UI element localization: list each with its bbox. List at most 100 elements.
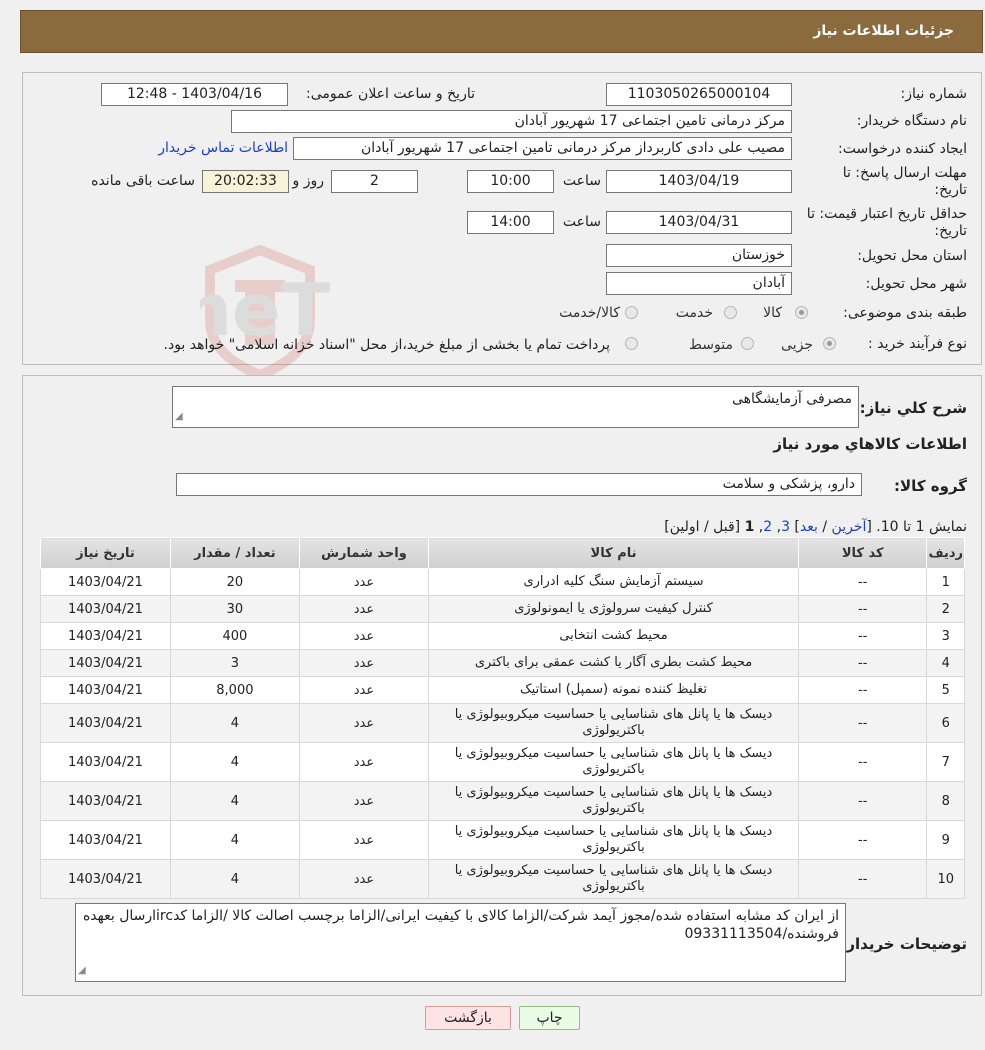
requester-field: مصیب علی دادی کاربرداز مرکز درمانی تامین… — [293, 137, 792, 160]
cell-name: سیستم آزمایش سنگ کلیه ادراری — [428, 568, 799, 596]
process-medium-radio[interactable] — [741, 337, 754, 350]
cell-qty: 30 — [169, 595, 300, 623]
table-header-row: ردیف کد کالا نام کالا واحد شمارش تعداد /… — [40, 537, 965, 569]
resize-grip-icon: ◢ — [175, 411, 183, 422]
remaining-time-field: 20:02:33 — [202, 170, 289, 193]
cell-name: محیط کشت انتخابی — [428, 622, 799, 650]
page-header: جزئیات اطلاعات نیاز — [20, 10, 983, 53]
cell-qty: 4 — [169, 781, 300, 821]
cell-name: محیط کشت بطری آگار یا کشت عمقی برای باکت… — [428, 649, 799, 677]
pagination-next-link[interactable]: بعد — [800, 519, 818, 535]
pagination-summary: نمایش 1 تا 10. — [876, 519, 967, 535]
cell-row: 1 — [926, 568, 965, 596]
pagination-last-link[interactable]: آخرین — [832, 519, 867, 535]
pagination-page-2[interactable]: 2 — [763, 519, 772, 535]
city-field: آبادان — [606, 272, 792, 295]
cell-code: -- — [797, 820, 928, 860]
cell-name: دیسک ها یا پانل های شناسایی یا حساسیت می… — [428, 703, 799, 743]
table-row: 10 -- دیسک ها یا پانل های شناسایی یا حساسی… — [40, 859, 965, 899]
remaining-label: ساعت باقی مانده — [91, 173, 195, 189]
contact-info-link[interactable]: اطلاعات تماس خریدار — [158, 140, 288, 156]
category-goods-label: کالا — [763, 305, 782, 321]
cell-qty: 20 — [169, 568, 300, 596]
cell-name: دیسک ها یا پانل های شناسایی یا حساسیت می… — [428, 781, 799, 821]
need-number-field: 1103050265000104 — [606, 83, 792, 106]
col-name-header: نام کالا — [428, 537, 799, 569]
process-partial-label: جزیی — [781, 337, 813, 353]
cell-date: 1403/04/21 — [40, 742, 171, 782]
cell-unit: عدد — [298, 568, 430, 596]
pagination-page-3[interactable]: 3 — [781, 519, 790, 535]
treasury-checkbox[interactable] — [625, 337, 638, 350]
summary-label: شرح کلي نياز: — [859, 399, 967, 417]
print-button[interactable]: چاپ — [519, 1006, 580, 1030]
cell-qty: 4 — [169, 820, 300, 860]
cell-code: -- — [797, 859, 928, 899]
city-label: شهر محل تحویل: — [865, 276, 967, 292]
cell-unit: عدد — [298, 595, 430, 623]
cell-date: 1403/04/21 — [40, 703, 171, 743]
cell-row: 10 — [926, 859, 965, 899]
category-service-radio[interactable] — [724, 306, 737, 319]
col-code-header: کد کالا — [797, 537, 928, 569]
cell-row: 8 — [926, 781, 965, 821]
validity-time-label: ساعت — [562, 214, 601, 230]
category-both-radio[interactable] — [625, 306, 638, 319]
cell-date: 1403/04/21 — [40, 622, 171, 650]
group-label: گروه کالا: — [894, 477, 967, 495]
pagination-current-page: 1 — [744, 519, 755, 535]
summary-field: مصرفی آزمایشگاهی ◢ — [172, 386, 859, 428]
process-medium-label: متوسط — [689, 337, 733, 353]
table-row: 1 -- سیستم آزمایش سنگ کلیه ادراری عدد 20 1403… — [40, 568, 965, 596]
table-row: 8 -- دیسک ها یا پانل های شناسایی یا حساسیت… — [40, 781, 965, 821]
cell-unit: عدد — [298, 649, 430, 677]
cell-date: 1403/04/21 — [40, 820, 171, 860]
category-goods-radio[interactable] — [795, 306, 808, 319]
cell-date: 1403/04/21 — [40, 781, 171, 821]
cell-name: دیسک ها یا پانل های شناسایی یا حساسیت می… — [428, 859, 799, 899]
process-note: پرداخت تمام یا بخشی از مبلغ خرید،از محل … — [163, 337, 610, 353]
cell-date: 1403/04/21 — [40, 676, 171, 704]
category-both-label: کالا/خدمت — [559, 305, 620, 321]
table-row: 9 -- دیسک ها یا پانل های شناسایی یا حساسیت… — [40, 820, 965, 860]
resize-grip-icon: ◢ — [78, 965, 86, 976]
table-row: 4 -- محیط کشت بطری آگار یا کشت عمقی برای ب… — [40, 649, 965, 677]
province-label: استان محل تحویل: — [857, 248, 967, 264]
cell-qty: 400 — [169, 622, 300, 650]
announce-label: تاریخ و ساعت اعلان عمومی: — [306, 86, 475, 102]
pagination-prev-first: [قبل / اولین] — [664, 519, 741, 535]
table-row: 7 -- دیسک ها یا پانل های شناسایی یا حساسیت… — [40, 742, 965, 782]
cell-unit: عدد — [298, 622, 430, 650]
buyer-notes-field: از ایران کد مشابه استفاده شده/مجوز آیمد … — [75, 903, 846, 982]
validity-date-field: 1403/04/31 — [606, 211, 792, 234]
cell-code: -- — [797, 649, 928, 677]
cell-row: 4 — [926, 649, 965, 677]
cell-qty: 4 — [169, 703, 300, 743]
buyer-org-field: مرکز درمانی تامین اجتماعی 17 شهریور آباد… — [231, 110, 792, 133]
category-label: طبقه بندی موضوعی: — [843, 305, 967, 321]
col-row-header: ردیف — [926, 537, 965, 569]
cell-row: 3 — [926, 622, 965, 650]
validity-label: حداقل تاریخ اعتبار قیمت: تا — [806, 206, 967, 222]
cell-date: 1403/04/21 — [40, 595, 171, 623]
cell-date: 1403/04/21 — [40, 859, 171, 899]
page-title: جزئیات اطلاعات نیاز — [813, 23, 954, 39]
back-button[interactable]: بازگشت — [425, 1006, 511, 1030]
cell-row: 7 — [926, 742, 965, 782]
cell-unit: عدد — [298, 703, 430, 743]
cell-name: کنترل کیفیت سرولوژی یا ایمونولوژی — [428, 595, 799, 623]
deadline-label: مهلت ارسال پاسخ: تا — [842, 165, 967, 181]
buyer-notes-label: توضیحات خریدار: — [840, 935, 967, 953]
cell-qty: 3 — [169, 649, 300, 677]
pagination: نمایش 1 تا 10. [آخرین / بعد] 3, 2, 1 [قب… — [664, 519, 967, 535]
deadline-time-field: 10:00 — [467, 170, 554, 193]
days-label: روز و — [292, 173, 325, 189]
process-partial-radio[interactable] — [823, 337, 836, 350]
table-row: 3 -- محیط کشت انتخابی عدد 400 1403/04/21 — [40, 622, 965, 650]
remaining-days-field: 2 — [331, 170, 418, 193]
cell-row: 6 — [926, 703, 965, 743]
table-row: 6 -- دیسک ها یا پانل های شناسایی یا حساسیت… — [40, 703, 965, 743]
cell-date: 1403/04/21 — [40, 568, 171, 596]
table-row: 5 -- تغلیظ کننده نمونه (سمپل) استاتیک عدد 8,… — [40, 676, 965, 704]
col-qty-header: تعداد / مقدار — [169, 537, 300, 569]
